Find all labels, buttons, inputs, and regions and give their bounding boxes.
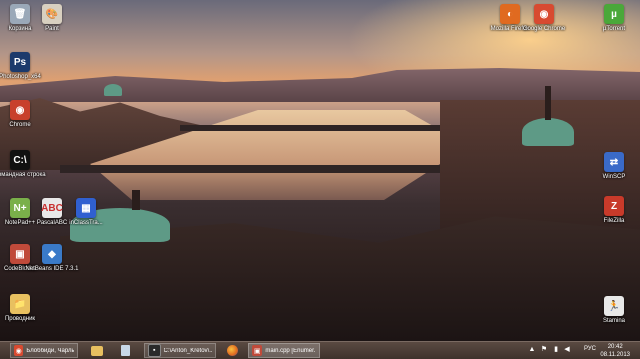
file-explorer-icon: 📁 — [10, 294, 30, 314]
desktop-icon-label: Photoshop_x64 — [0, 74, 41, 80]
desktop-icon-label: Командная строка — [0, 172, 46, 178]
volume-icon[interactable]: ◀ — [563, 346, 571, 354]
desktop-icon-explorer[interactable]: 📁 Проводник — [0, 294, 40, 323]
taskbar-button-editor[interactable]: ▣ main.cpp [Enumer... — [248, 343, 320, 358]
language-indicator[interactable]: РУС — [584, 346, 596, 352]
desktop-icon-label: NotePad++ — [4, 220, 36, 226]
taskbar-pinned-explorer[interactable] — [90, 344, 104, 357]
desktop-icon-label: FileZilla — [603, 218, 625, 224]
command-prompt-icon: ▪ — [148, 344, 161, 357]
desktop-icon-label: inClassTra... — [69, 220, 103, 226]
desktop-icon-cmd[interactable]: C:\ Командная строка — [0, 150, 46, 179]
winscp-icon: ⇄ — [604, 152, 624, 172]
document-icon — [120, 345, 130, 356]
wallpaper-spire-right — [545, 86, 551, 120]
desktop-icon-chrome-left[interactable]: ◉ Chrome — [0, 100, 40, 129]
command-prompt-icon: C:\ — [10, 150, 30, 170]
desktop-icon-inclass[interactable]: ▦ inClassTra... — [66, 198, 106, 227]
wallpaper-bridge-far — [180, 125, 480, 131]
taskbar-button-label: Блоббиди, Чарльз... — [26, 347, 74, 354]
chrome-icon: ◉ — [14, 345, 24, 356]
clock-time: 20:42 — [607, 344, 623, 350]
desktop-icon-label: Stamina — [602, 318, 625, 324]
desktop-icon-label: PascalABC — [36, 220, 68, 226]
wallpaper-dome-left — [104, 84, 122, 96]
desktop-icon-label: Google Chrome — [522, 26, 566, 32]
desktop-icon-label: µTorrent — [602, 26, 626, 32]
desktop-icon-filezilla[interactable]: Z FileZilla — [594, 196, 634, 225]
action-center-flag-icon[interactable]: ⚑ — [540, 346, 548, 354]
desktop-icon-label: NetBeans IDE 7.3.1 — [25, 266, 79, 272]
desktop-icon-netbeans[interactable]: ◆ NetBeans IDE 7.3.1 — [25, 244, 79, 273]
taskbar-button-browser[interactable]: ◉ Блоббиди, Чарльз... — [10, 343, 78, 358]
chrome-icon: ◉ — [534, 4, 554, 24]
wallpaper-dome-right — [522, 118, 574, 146]
desktop-icon-label: Chrome — [9, 122, 31, 128]
taskbar-button-label: main.cpp [Enumer... — [265, 347, 316, 354]
paint-icon: 🎨 — [42, 4, 62, 24]
desktop-icon-winscp[interactable]: ⇄ WinSCP — [594, 152, 634, 181]
taskbar-button-terminal[interactable]: ▪ C:\Anton_Kretov\... — [144, 343, 216, 358]
wallpaper-hills — [0, 68, 640, 102]
network-icon[interactable]: ▮ — [552, 346, 560, 354]
inclass-icon: ▦ — [76, 198, 96, 218]
stamina-icon: 🏃 — [604, 296, 624, 316]
chrome-icon: ◉ — [10, 100, 30, 120]
taskbar-pinned-notes[interactable] — [118, 344, 132, 357]
photoshop-icon: Ps — [10, 52, 30, 72]
desktop-icon-label: WinSCP — [602, 174, 626, 180]
desktop-icon-utorrent[interactable]: µ µTorrent — [594, 4, 634, 33]
filezilla-icon: Z — [604, 196, 624, 216]
file-explorer-icon — [91, 345, 103, 356]
netbeans-icon: ◆ — [42, 244, 62, 264]
wallpaper-tower-front — [132, 190, 140, 210]
desktop-icon-photoshop[interactable]: Ps Photoshop_x64 — [0, 52, 41, 81]
show-hidden-icons-chevron-icon[interactable]: ▲ — [528, 346, 536, 354]
desktop-icon-stamina[interactable]: 🏃 Stamina — [594, 296, 634, 325]
taskbar-pinned-firefox[interactable] — [225, 344, 239, 357]
desktop-wallpaper — [0, 0, 640, 341]
taskbar-clock[interactable]: 20:42 08.11.2013 — [600, 343, 630, 359]
recycle-bin-icon: 🗑 — [10, 4, 30, 24]
wallpaper-bridge-near — [60, 165, 440, 173]
desktop-icon-chrome-top[interactable]: ◉ Google Chrome — [522, 4, 566, 33]
notepad-plus-plus-icon: N+ — [10, 198, 30, 218]
firefox-icon: ◐ — [500, 4, 520, 24]
desktop-icon-label: Проводник — [4, 316, 36, 322]
taskbar: ◉ Блоббиди, Чарльз... ▪ C:\Anton_Kretov\… — [0, 341, 640, 359]
codeblocks-icon: ▣ — [252, 345, 263, 356]
firefox-icon — [226, 345, 238, 356]
desktop-icon-label: Корзина — [8, 26, 32, 32]
utorrent-icon: µ — [604, 4, 624, 24]
desktop-icon-paint[interactable]: 🎨 Paint — [32, 4, 72, 33]
clock-date: 08.11.2013 — [600, 352, 630, 358]
desktop-icon-label: Paint — [45, 26, 59, 32]
codeblocks-icon: ▣ — [10, 244, 30, 264]
pascal-abc-icon: ABC — [41, 198, 63, 218]
taskbar-button-label: C:\Anton_Kretov\... — [163, 347, 212, 354]
